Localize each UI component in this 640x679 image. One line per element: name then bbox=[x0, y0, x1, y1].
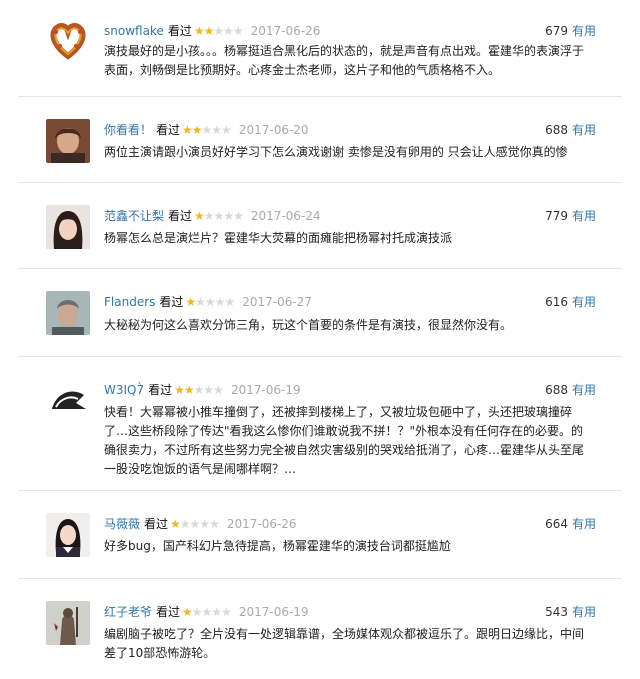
comment-text: 演技最好的是小孩。。。杨幂挺适合黑化后的状态的，就是声音有点出戏。霍建华的表演浮… bbox=[104, 44, 585, 77]
comment-item: 红子老爷 看过 ★★★★★ 2017-06-19 543 有用 编剧脑子被吃了？全片没有… bbox=[0, 579, 640, 679]
man-photo-avatar[interactable] bbox=[46, 291, 90, 335]
comment-meta: snowflake 看过 ★★★★★ 2017-06-26 bbox=[104, 22, 320, 40]
person-photo-avatar[interactable] bbox=[46, 119, 90, 163]
rating-stars: ★★★★★ bbox=[170, 517, 220, 531]
bird-drawing-avatar[interactable] bbox=[46, 379, 90, 423]
girl-photo-avatar[interactable] bbox=[46, 205, 90, 249]
watched-label: 看过 bbox=[168, 209, 193, 223]
comment-text: 两位主演请跟小演员好好学习下怎么演戏谢谢 卖惨是没有卵用的 只会让人感觉你真的惨 bbox=[104, 145, 568, 159]
comment-date: 2017-06-24 bbox=[250, 209, 321, 223]
rating-stars: ★★★★★ bbox=[194, 209, 244, 223]
comment-text: 快看！大幂幂被小推车撞倒了，还被摔到楼梯上了，又被垃圾包砸中了，头还把玻璃撞碎了… bbox=[104, 405, 585, 476]
comment-meta: Flanders 看过 ★★★★★ 2017-06-27 bbox=[104, 293, 312, 311]
watched-label: 看过 bbox=[167, 24, 192, 38]
vote-area: 664 有用 bbox=[545, 515, 596, 533]
username-link[interactable]: 红子老爷 bbox=[104, 605, 152, 619]
useful-button[interactable]: 有用 bbox=[572, 383, 596, 397]
vote-count: 779 bbox=[545, 209, 568, 223]
comment-text: 杨幂怎么总是演烂片？霍建华大荧幕的面瘫能把杨幂衬托成演技派 bbox=[104, 231, 453, 245]
vote-count: 679 bbox=[545, 24, 568, 38]
vote-area: 688 有用 bbox=[545, 381, 596, 399]
comment-item: snowflake 看过 ★★★★★ 2017-06-26 679 有用 演技最好的是小… bbox=[0, 0, 640, 97]
useful-button[interactable]: 有用 bbox=[572, 295, 596, 309]
username-link[interactable]: snowflake bbox=[104, 24, 164, 38]
useful-button[interactable]: 有用 bbox=[572, 605, 596, 619]
comment-date: 2017-06-26 bbox=[250, 24, 321, 38]
knight-statue-avatar[interactable] bbox=[46, 601, 90, 645]
rating-stars: ★★★★★ bbox=[182, 123, 232, 137]
comment-meta: 你看看！ 看过 ★★★★★ 2017-06-20 bbox=[104, 121, 309, 139]
rating-stars: ★★★★★ bbox=[182, 605, 232, 619]
rating-stars: ★★★★★ bbox=[185, 295, 235, 309]
comment-text: 大秘秘为何这么喜欢分饰三角，玩这个首要的条件是有演技，很显然你没有。 bbox=[104, 318, 513, 332]
vote-area: 679 有用 bbox=[545, 22, 596, 40]
vote-count: 664 bbox=[545, 517, 568, 531]
comment-item: W3IQ7̀ 看过 ★★★★★ 2017-06-19 688 有用 快看！大幂幂被小推车… bbox=[0, 357, 640, 491]
vote-area: 779 有用 bbox=[545, 207, 596, 225]
username-link[interactable]: W3IQ7̀ bbox=[104, 383, 144, 397]
vote-area: 616 有用 bbox=[545, 293, 596, 311]
username-link[interactable]: 你看看！ bbox=[104, 123, 152, 137]
comment-item: 范鑫不让梨 看过 ★★★★★ 2017-06-24 779 有用 杨幂怎么总是演烂片？霍… bbox=[0, 183, 640, 269]
useful-button[interactable]: 有用 bbox=[572, 517, 596, 531]
comment-date: 2017-06-20 bbox=[238, 123, 309, 137]
rating-stars: ★★★★★ bbox=[193, 24, 244, 38]
comment-text: 好多bug，国产科幻片急待提高，杨幂霍建华的演技台词都挺尴尬 bbox=[104, 539, 451, 553]
vote-area: 688 有用 bbox=[545, 121, 596, 139]
watched-label: 看过 bbox=[148, 383, 173, 397]
woman-photo-avatar[interactable] bbox=[46, 513, 90, 557]
watched-label: 看过 bbox=[156, 605, 181, 619]
comment-item: Flanders 看过 ★★★★★ 2017-06-27 616 有用 大秘秘为何这么喜… bbox=[0, 269, 640, 357]
watched-label: 看过 bbox=[144, 517, 169, 531]
comment-meta: 范鑫不让梨 看过 ★★★★★ 2017-06-24 bbox=[104, 207, 321, 225]
username-link[interactable]: 范鑫不让梨 bbox=[104, 209, 164, 223]
comment-date: 2017-06-26 bbox=[226, 517, 297, 531]
username-link[interactable]: 马薇薇 bbox=[104, 517, 140, 531]
comment-text: 编剧脑子被吃了？全片没有一处逻辑靠谱，全场媒体观众都被逗乐了。跟明日边缘比，中间… bbox=[104, 627, 585, 660]
comment-meta: W3IQ7̀ 看过 ★★★★★ 2017-06-19 bbox=[104, 381, 301, 399]
watched-label: 看过 bbox=[159, 295, 184, 309]
comment-date: 2017-06-27 bbox=[242, 295, 312, 309]
vote-count: 543 bbox=[545, 605, 568, 619]
watched-label: 看过 bbox=[156, 123, 181, 137]
vote-count: 688 bbox=[545, 383, 568, 397]
comment-item: 马薇薇 看过 ★★★★★ 2017-06-26 664 有用 好多bug，国产科幻片急待… bbox=[0, 491, 640, 579]
comment-meta: 马薇薇 看过 ★★★★★ 2017-06-26 bbox=[104, 515, 297, 533]
useful-button[interactable]: 有用 bbox=[572, 24, 596, 38]
rating-stars: ★★★★★ bbox=[174, 383, 224, 397]
comment-date: 2017-06-19 bbox=[238, 605, 309, 619]
useful-button[interactable]: 有用 bbox=[572, 123, 596, 137]
useful-button[interactable]: 有用 bbox=[572, 209, 596, 223]
vote-area: 543 有用 bbox=[545, 603, 596, 621]
vote-count: 688 bbox=[545, 123, 568, 137]
vote-count: 616 bbox=[545, 295, 568, 309]
heart-wreath-avatar[interactable] bbox=[46, 18, 90, 62]
comment-meta: 红子老爷 看过 ★★★★★ 2017-06-19 bbox=[104, 603, 309, 621]
username-link[interactable]: Flanders bbox=[104, 295, 155, 309]
comment-list: snowflake 看过 ★★★★★ 2017-06-26 679 有用 演技最好的是小… bbox=[0, 0, 640, 679]
comment-item: 你看看！ 看过 ★★★★★ 2017-06-20 688 有用 两位主演请跟小演员好好学… bbox=[0, 97, 640, 183]
comment-date: 2017-06-19 bbox=[230, 383, 301, 397]
